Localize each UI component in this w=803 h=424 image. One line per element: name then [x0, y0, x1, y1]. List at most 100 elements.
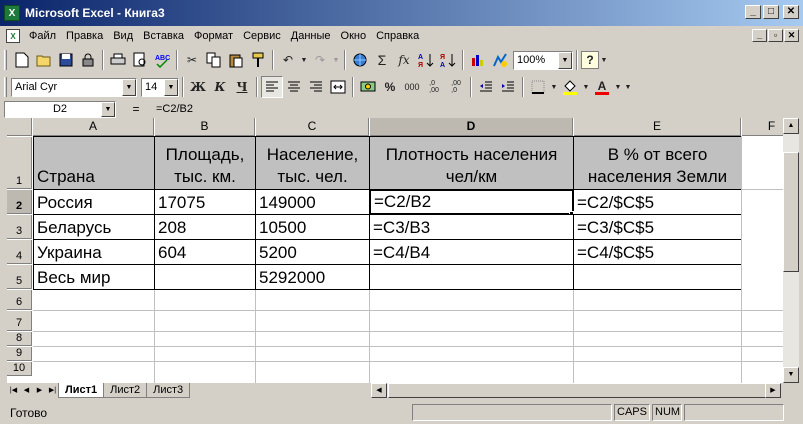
column-header-e[interactable]: E [574, 118, 741, 136]
undo-icon[interactable]: ↶ [277, 49, 299, 71]
copy-icon[interactable] [203, 49, 225, 71]
sheet-tab-2[interactable]: Лист2 [103, 383, 148, 398]
cell-a4[interactable]: Украина [33, 239, 155, 265]
cell-c3[interactable]: 10500 [255, 214, 370, 240]
chevron-down-icon[interactable]: ▼ [558, 51, 572, 69]
cell-b2[interactable]: 17075 [154, 189, 256, 215]
cell-d2[interactable]: =C2/B2 [369, 189, 574, 215]
cell-a5[interactable]: Весь мир [33, 264, 155, 290]
cell-e5[interactable] [573, 264, 742, 290]
cell-b3[interactable]: 208 [154, 214, 256, 240]
chevron-down-icon[interactable]: ▼ [164, 78, 178, 96]
spelling-icon[interactable]: ABC [151, 49, 173, 71]
underline-button[interactable]: Ч [231, 76, 253, 98]
sheet-tab-1[interactable]: Лист1 [58, 383, 105, 398]
workbook-icon[interactable]: X [6, 29, 20, 43]
align-left-icon[interactable] [261, 76, 283, 98]
cut-icon[interactable]: ✂ [181, 49, 203, 71]
doc-close-button[interactable]: ✕ [784, 29, 799, 42]
toolbar-options-icon[interactable]: ▼ [599, 49, 609, 71]
close-button[interactable]: ✕ [783, 5, 799, 19]
row-header-9[interactable]: 9 [7, 347, 32, 361]
open-folder-icon[interactable] [33, 49, 55, 71]
doc-minimize-button[interactable]: _ [752, 29, 767, 42]
cell-e4[interactable]: =C4/$C$5 [573, 239, 742, 265]
scroll-down-icon[interactable]: ▼ [783, 367, 799, 383]
column-header-b[interactable]: B [155, 118, 255, 136]
save-icon[interactable] [55, 49, 77, 71]
fill-color-icon[interactable] [559, 76, 581, 98]
row-header-6[interactable]: 6 [7, 290, 32, 310]
increase-decimal-icon[interactable]: ,0,00 [423, 76, 445, 98]
permission-icon[interactable] [77, 49, 99, 71]
fill-color-dropdown-icon[interactable]: ▼ [581, 76, 591, 98]
vertical-scroll-thumb[interactable] [783, 152, 799, 272]
hyperlink-icon[interactable] [349, 49, 371, 71]
cell-b1[interactable]: Площадь, тыс. км. [154, 136, 256, 190]
cell-c1[interactable]: Население, тыс. чел. [255, 136, 370, 190]
cell-f1[interactable] [742, 136, 783, 190]
cell-c4[interactable]: 5200 [255, 239, 370, 265]
scroll-right-icon[interactable]: ▶ [765, 383, 781, 398]
menu-format[interactable]: Формат [189, 30, 238, 42]
cell-d5[interactable] [369, 264, 574, 290]
chevron-down-icon[interactable]: ▼ [122, 78, 136, 96]
cell-d4[interactable]: =C4/B4 [369, 239, 574, 265]
toolbar-options-icon[interactable]: ▼ [623, 76, 633, 98]
redo-dropdown-icon[interactable]: ▼ [331, 49, 341, 71]
toolbar-grip[interactable] [4, 77, 7, 97]
menu-view[interactable]: Вид [108, 30, 138, 42]
font-select[interactable]: Arial Cyr ▼ [11, 77, 137, 97]
borders-dropdown-icon[interactable]: ▼ [549, 76, 559, 98]
horizontal-scroll-thumb[interactable] [388, 383, 768, 398]
align-right-icon[interactable] [305, 76, 327, 98]
column-header-c[interactable]: C [256, 118, 369, 136]
chevron-down-icon[interactable]: ▼ [101, 101, 115, 117]
new-file-icon[interactable] [11, 49, 33, 71]
scroll-left-icon[interactable]: ◀ [371, 383, 387, 398]
menu-insert[interactable]: Вставка [138, 30, 189, 42]
menu-help[interactable]: Справка [371, 30, 424, 42]
decrease-decimal-icon[interactable]: ,00,0 [445, 76, 467, 98]
row-header-3[interactable]: 3 [7, 215, 32, 239]
excel-icon[interactable]: X [4, 5, 20, 21]
vertical-scrollbar[interactable]: ▲ ▼ [783, 118, 799, 383]
undo-dropdown-icon[interactable]: ▼ [299, 49, 309, 71]
sheet-tab-3[interactable]: Лист3 [146, 383, 191, 398]
menu-data[interactable]: Данные [286, 30, 336, 42]
cell-e3[interactable]: =C3/$C$5 [573, 214, 742, 240]
font-size-select[interactable]: 14 ▼ [141, 77, 179, 97]
cell-d3[interactable]: =C3/B3 [369, 214, 574, 240]
menu-tools[interactable]: Сервис [238, 30, 286, 42]
maximize-button[interactable]: □ [763, 5, 779, 19]
font-color-dropdown-icon[interactable]: ▼ [613, 76, 623, 98]
print-preview-icon[interactable] [129, 49, 151, 71]
name-box[interactable]: D2 ▼ [4, 100, 116, 118]
cell-b5[interactable] [154, 264, 256, 290]
increase-indent-icon[interactable] [497, 76, 519, 98]
drawing-icon[interactable] [489, 49, 511, 71]
align-center-icon[interactable] [283, 76, 305, 98]
merge-center-icon[interactable] [327, 76, 349, 98]
formula-input[interactable]: =C2/B2 [156, 103, 193, 115]
paste-icon[interactable] [225, 49, 247, 71]
prev-sheet-icon[interactable]: ◀ [20, 384, 33, 397]
row-header-4[interactable]: 4 [7, 240, 32, 264]
row-header-7[interactable]: 7 [7, 311, 32, 331]
cell-e2[interactable]: =C2/$C$5 [573, 189, 742, 215]
first-sheet-icon[interactable]: |◀ [7, 384, 20, 397]
chart-wizard-icon[interactable] [467, 49, 489, 71]
menu-file[interactable]: Файл [24, 30, 61, 42]
cell-d1[interactable]: Плотность населения чел/км [369, 136, 574, 190]
select-all-corner[interactable] [7, 118, 32, 136]
cell-b4[interactable]: 604 [154, 239, 256, 265]
doc-restore-button[interactable]: ▫ [768, 29, 783, 42]
toolbar-grip[interactable] [4, 50, 7, 70]
horizontal-scrollbar[interactable]: ◀ ▶ [371, 383, 781, 398]
decrease-indent-icon[interactable] [475, 76, 497, 98]
cell-a1[interactable]: Страна [33, 136, 155, 190]
format-painter-icon[interactable] [247, 49, 269, 71]
row-header-1[interactable]: 1 [7, 137, 32, 189]
sort-descending-icon[interactable]: ЯА [437, 49, 459, 71]
insert-function-icon[interactable]: fx [393, 49, 415, 71]
